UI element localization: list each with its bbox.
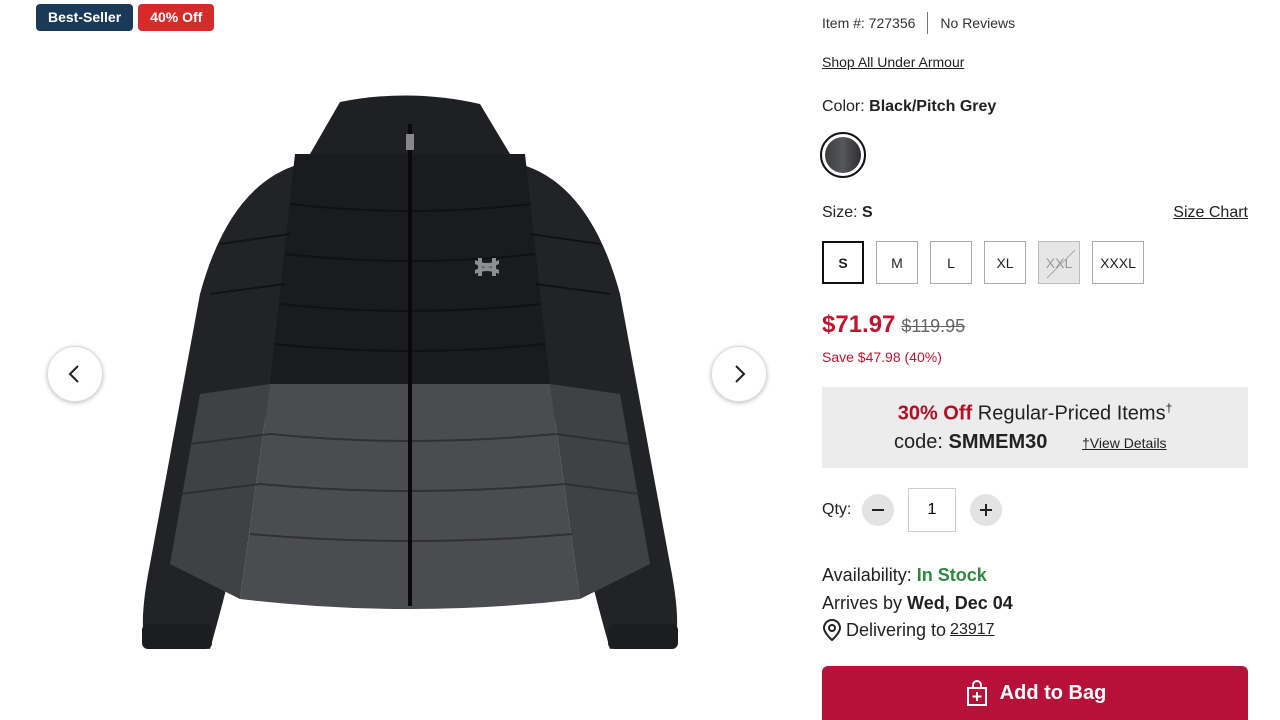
promo-code-line: code: SMMEM30 xyxy=(894,431,1047,454)
color-swatch-black-pitch-grey[interactable] xyxy=(820,132,866,178)
original-price: $119.95 xyxy=(901,316,966,336)
size-chart-link[interactable]: Size Chart xyxy=(1173,204,1248,222)
add-to-bag-label: Add to Bag xyxy=(999,681,1107,704)
size-option-xl[interactable]: XL xyxy=(984,241,1026,284)
chevron-right-icon xyxy=(735,365,746,383)
product-gallery xyxy=(40,60,780,720)
size-option-xxxl[interactable]: XXXL xyxy=(1092,241,1144,284)
prev-image-button[interactable] xyxy=(47,346,103,402)
swatch-fill xyxy=(825,137,861,173)
savings-text: Save $47.98 (40%) xyxy=(822,349,942,365)
divider xyxy=(927,12,929,34)
quantity-input[interactable] xyxy=(908,488,956,532)
size-value: S xyxy=(862,204,873,221)
badge-group: Best-Seller 40% Off xyxy=(36,4,215,31)
reviews-link[interactable]: No Reviews xyxy=(940,15,1015,31)
stock-status: In Stock xyxy=(916,565,987,585)
promo-code-label: code: xyxy=(894,431,943,453)
promo-headline: 30% Off Regular-Priced Items† xyxy=(822,401,1248,426)
add-to-bag-button[interactable]: Add to Bag xyxy=(822,666,1248,720)
promo-dagger: † xyxy=(1165,401,1173,415)
view-details-link[interactable]: †View Details xyxy=(1082,435,1167,451)
decrease-qty-button[interactable] xyxy=(862,494,894,526)
arrives-label: Arrives by xyxy=(822,593,903,613)
availability: Availability: In Stock xyxy=(822,565,987,586)
promo-text: Regular-Priced Items xyxy=(977,402,1166,425)
delivery-location: Delivering to 23917 xyxy=(822,619,995,641)
color-label: Color: xyxy=(822,98,865,115)
minus-icon xyxy=(872,509,884,511)
sale-price: $71.97 xyxy=(822,311,896,338)
item-number: Item #: 727356 xyxy=(822,15,916,31)
unavailable-slash-icon xyxy=(1046,249,1076,279)
discount-badge: 40% Off xyxy=(138,4,215,31)
promo-banner: 30% Off Regular-Priced Items† code: SMME… xyxy=(822,387,1248,468)
quantity-stepper: Qty: xyxy=(822,488,1002,532)
availability-label: Availability: xyxy=(822,565,912,585)
shop-all-brand-link[interactable]: Shop All Under Armour xyxy=(822,54,964,70)
next-image-button[interactable] xyxy=(711,346,767,402)
qty-label: Qty: xyxy=(822,501,852,518)
size-option-l[interactable]: L xyxy=(930,241,972,284)
shopping-bag-icon xyxy=(966,680,987,706)
size-selection-label: Size: S Size Chart xyxy=(822,204,1248,222)
chevron-left-icon xyxy=(68,365,79,383)
size-label: Size: xyxy=(822,204,858,221)
product-image xyxy=(142,95,678,649)
item-info-row: Item #: 727356 No Reviews xyxy=(822,12,1015,34)
zip-code-link[interactable]: 23917 xyxy=(950,621,995,639)
price-block: $71.97 $119.95 xyxy=(822,311,965,339)
color-selection-label: Color: Black/Pitch Grey xyxy=(822,98,996,116)
size-option-m[interactable]: M xyxy=(876,241,918,284)
color-value: Black/Pitch Grey xyxy=(869,98,997,115)
plus-icon xyxy=(980,504,992,516)
promo-code: SMMEM30 xyxy=(948,431,1048,453)
size-option-s[interactable]: S xyxy=(822,241,864,284)
best-seller-badge: Best-Seller xyxy=(36,4,134,31)
increase-qty-button[interactable] xyxy=(970,494,1002,526)
delivering-label: Delivering to xyxy=(846,619,947,640)
arrives-date: Wed, Dec 04 xyxy=(907,593,1013,613)
size-option-xxl[interactable]: XXL xyxy=(1038,241,1080,284)
location-pin-icon xyxy=(822,619,842,641)
size-options: S M L XL XXL XXXL xyxy=(822,241,1144,284)
product-details-panel: Item #: 727356 No Reviews Shop All Under… xyxy=(820,0,1248,720)
promo-percent: 30% Off xyxy=(897,402,973,425)
arrival-estimate: Arrives by Wed, Dec 04 xyxy=(822,593,1013,614)
